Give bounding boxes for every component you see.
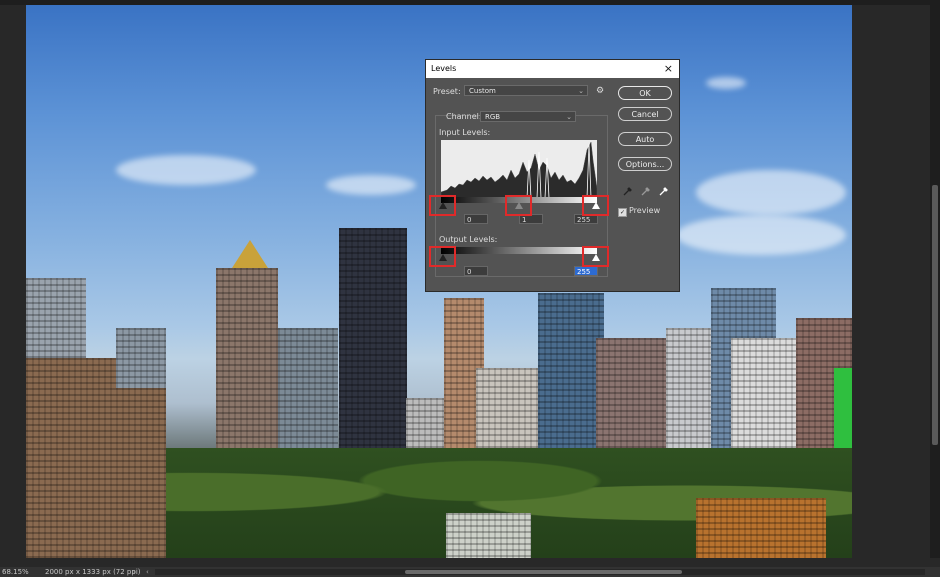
highlight-input-gamma [505, 195, 532, 216]
close-icon[interactable]: × [664, 62, 673, 75]
highlight-input-white [582, 195, 609, 216]
preset-value: Custom [469, 87, 496, 95]
preset-label: Preset: [433, 87, 461, 96]
cloud [706, 77, 746, 89]
highlight-output-white [582, 246, 609, 267]
white-eyedropper-icon[interactable] [659, 186, 669, 196]
horizontal-scroll-thumb[interactable] [405, 570, 682, 574]
scroll-left-arrow-icon[interactable]: ‹ [146, 567, 149, 577]
output-white-field[interactable]: 255 [574, 266, 598, 276]
levels-dialog: Levels × Preset: Custom ⌄ ⚙ Channel: RGB… [425, 59, 680, 292]
channel-value: RGB [485, 113, 501, 121]
highlight-output-black [429, 246, 456, 267]
input-levels-label: Input Levels: [439, 128, 491, 137]
zoom-level[interactable]: 68.15% [2, 567, 29, 577]
cancel-button[interactable]: Cancel [618, 107, 672, 121]
output-black-field[interactable]: 0 [464, 266, 488, 276]
options-button[interactable]: Options... [618, 157, 672, 171]
chevron-down-icon: ⌄ [578, 87, 584, 95]
cloud [676, 215, 846, 255]
cloud [116, 155, 256, 185]
chevron-down-icon: ⌄ [566, 113, 572, 121]
channel-label: Channel: [446, 112, 482, 121]
building [696, 498, 826, 558]
output-levels-bar [441, 247, 597, 254]
cloud [696, 170, 846, 215]
preview-checkbox[interactable]: ✓ [618, 208, 627, 217]
preset-select[interactable]: Custom ⌄ [464, 85, 588, 96]
dialog-title: Levels [431, 64, 457, 73]
cloud [326, 175, 416, 195]
gray-eyedropper-icon[interactable] [641, 186, 651, 196]
building-crown [232, 240, 268, 268]
preview-label: Preview [629, 206, 661, 215]
gear-icon[interactable]: ⚙ [596, 86, 604, 96]
channel-select[interactable]: RGB ⌄ [480, 111, 576, 122]
highlight-input-black [429, 195, 456, 216]
document-info: 2000 px x 1333 px (72 ppi) [45, 568, 141, 576]
dialog-titlebar[interactable]: Levels × [426, 60, 679, 78]
histogram-graph [441, 141, 597, 198]
auto-button[interactable]: Auto [618, 132, 672, 146]
ok-button[interactable]: OK [618, 86, 672, 100]
status-menu-arrow-icon[interactable]: › [133, 567, 136, 577]
histogram [441, 140, 597, 198]
output-levels-label: Output Levels: [439, 235, 498, 244]
building [26, 388, 166, 558]
building [446, 513, 531, 558]
input-black-field[interactable]: 0 [464, 214, 488, 224]
vertical-scroll-thumb[interactable] [932, 185, 938, 445]
black-eyedropper-icon[interactable] [623, 186, 633, 196]
